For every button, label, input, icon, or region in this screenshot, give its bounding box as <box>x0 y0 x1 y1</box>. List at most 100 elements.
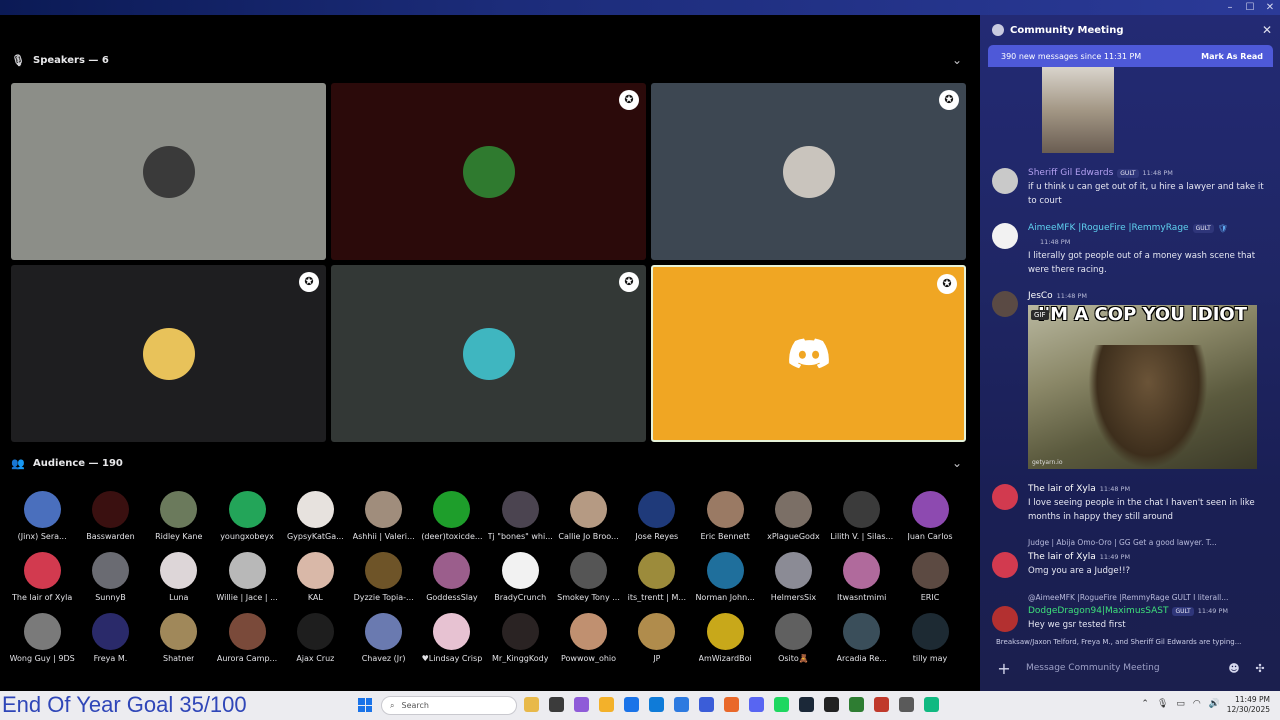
audience-member[interactable]: Mr_KinggKody <box>486 612 554 673</box>
audience-member[interactable]: Smokey Tony ... <box>554 551 622 612</box>
close-window-button[interactable]: ✕ <box>1260 0 1280 15</box>
audience-member[interactable]: AmWizardBoi <box>691 612 759 673</box>
audience-member[interactable]: (deer)toxicde... <box>418 490 486 551</box>
audience-member[interactable]: xPlagueGodx <box>759 490 827 551</box>
audience-member[interactable]: (Jinx) Sera... <box>8 490 76 551</box>
audience-member[interactable]: Willie | Jace | ... <box>213 551 281 612</box>
audience-member[interactable]: ERIC <box>896 551 964 612</box>
taskbar-app-icon[interactable] <box>549 697 564 712</box>
audience-member[interactable]: Shatner <box>145 612 213 673</box>
message-author[interactable]: The lair of Xyla <box>1028 484 1096 494</box>
apps-icon[interactable]: ✣ <box>1247 662 1273 675</box>
speaker-tile[interactable]: ✪ <box>11 265 326 442</box>
audience-member[interactable]: its_trentt | M... <box>623 551 691 612</box>
audience-member[interactable]: Callie Jo Broo... <box>554 490 622 551</box>
message-input[interactable]: Message Community Meeting <box>1026 663 1221 673</box>
audience-member[interactable]: Osito🧸 <box>759 612 827 673</box>
taskbar-app-icon[interactable] <box>649 697 664 712</box>
reply-preview[interactable]: Judge | Abija Omo-Oro | GG Get a good la… <box>1028 538 1217 547</box>
speaker-tile[interactable]: ✪ <box>651 265 966 442</box>
chevron-up-icon[interactable]: ⌃ <box>1141 699 1149 709</box>
speakers-header[interactable]: 🎙 Speakers — 6 <box>11 50 109 70</box>
audience-member[interactable]: BradyCrunch <box>486 551 554 612</box>
message-author[interactable]: JesCo <box>1028 291 1053 301</box>
audience-member[interactable]: Ridley Kane <box>145 490 213 551</box>
taskbar-app-icon[interactable] <box>824 697 839 712</box>
chevron-down-icon[interactable]: ⌄ <box>951 54 963 66</box>
message-author[interactable]: Sheriff Gil Edwards <box>1028 168 1113 178</box>
shared-image[interactable] <box>1042 67 1114 153</box>
close-icon[interactable]: ✕ <box>1262 23 1272 37</box>
audience-member[interactable]: Chavez (Jr) <box>349 612 417 673</box>
clock[interactable]: 11:49 PM 12/30/2025 <box>1227 695 1270 715</box>
taskbar-app-icon[interactable] <box>799 697 814 712</box>
message-author[interactable]: The lair of Xyla <box>1028 552 1096 562</box>
audience-member[interactable]: Luna <box>145 551 213 612</box>
audience-member[interactable]: The lair of Xyla <box>8 551 76 612</box>
speaker-tile[interactable]: ✪ <box>651 83 966 260</box>
microphone-tray-icon[interactable]: 🎙 <box>1157 699 1168 709</box>
wifi-icon[interactable]: ◠ <box>1193 699 1201 709</box>
audience-member[interactable]: SunnyB <box>76 551 144 612</box>
taskbar-app-icon[interactable] <box>849 697 864 712</box>
audience-member[interactable]: youngxobeyx <box>213 490 281 551</box>
taskbar-search[interactable]: ⌕ Search <box>381 696 517 715</box>
audience-member[interactable]: Dyzzie Topia-... <box>349 551 417 612</box>
avatar[interactable] <box>992 291 1018 317</box>
audience-member[interactable]: GoddessSlay <box>418 551 486 612</box>
audience-member[interactable]: KAL <box>281 551 349 612</box>
avatar[interactable] <box>992 552 1018 578</box>
audience-member[interactable]: tilly may <box>896 612 964 673</box>
audience-member[interactable]: GypsyKatGa... <box>281 490 349 551</box>
maximize-button[interactable]: ☐ <box>1240 0 1260 15</box>
audience-member[interactable]: JP <box>623 612 691 673</box>
audience-member[interactable]: Basswarden <box>76 490 144 551</box>
audience-member[interactable]: Lilith V. | Silas... <box>828 490 896 551</box>
audience-member[interactable]: Freya M. <box>76 612 144 673</box>
taskbar-app-icon[interactable] <box>524 697 539 712</box>
taskbar-app-icon[interactable] <box>924 697 939 712</box>
reply-preview[interactable]: @AimeeMFK |RogueFire |RemmyRage GULT I l… <box>1028 593 1228 602</box>
new-messages-bar[interactable]: 390 new messages since 11:31 PM Mark As … <box>988 45 1273 67</box>
audience-member[interactable]: Jose Reyes <box>623 490 691 551</box>
audience-member[interactable]: Wong Guy | 9DS <box>8 612 76 673</box>
audience-member[interactable]: Itwasntmimi <box>828 551 896 612</box>
emoji-icon[interactable]: ☻ <box>1221 662 1247 675</box>
taskbar-app-icon[interactable] <box>874 697 889 712</box>
taskbar-app-icon[interactable] <box>599 697 614 712</box>
minimize-button[interactable]: – <box>1220 0 1240 15</box>
audience-member[interactable]: Arcadia Re... <box>828 612 896 673</box>
chevron-down-icon[interactable]: ⌄ <box>951 457 963 469</box>
taskbar-app-icon[interactable] <box>574 697 589 712</box>
audience-member[interactable]: Norman John... <box>691 551 759 612</box>
speaker-tile[interactable] <box>11 83 326 260</box>
add-attachment-icon[interactable]: + <box>988 659 1020 678</box>
audience-member[interactable]: Powwow_ohio <box>554 612 622 673</box>
audience-member[interactable]: HelmersSix <box>759 551 827 612</box>
audience-header[interactable]: 👥 Audience — 190 <box>11 453 123 473</box>
network-icon[interactable]: ▭ <box>1176 699 1185 709</box>
audience-member[interactable]: Tj "bones" whi... <box>486 490 554 551</box>
audience-member[interactable]: Ashhii | Valeri... <box>349 490 417 551</box>
avatar[interactable] <box>992 223 1018 249</box>
speaker-tile[interactable]: ✪ <box>331 265 646 442</box>
taskbar-app-icon[interactable] <box>899 697 914 712</box>
volume-icon[interactable]: 🔊 <box>1209 699 1220 709</box>
avatar[interactable] <box>992 168 1018 194</box>
taskbar-app-icon[interactable] <box>674 697 689 712</box>
windows-start-icon[interactable] <box>358 698 372 712</box>
speaker-tile[interactable]: ✪ <box>331 83 646 260</box>
audience-member[interactable]: ♥Lindsay Crisp <box>418 612 486 673</box>
taskbar-app-icon[interactable] <box>624 697 639 712</box>
audience-member[interactable]: Ajax Cruz <box>281 612 349 673</box>
taskbar-app-icon[interactable] <box>724 697 739 712</box>
avatar[interactable] <box>992 484 1018 510</box>
audience-member[interactable]: Eric Bennett <box>691 490 759 551</box>
message-author[interactable]: AimeeMFK |RogueFire |RemmyRage <box>1028 223 1189 233</box>
gif-attachment[interactable]: I'M A COP YOU IDIOT GIF getyarn.io <box>1028 305 1257 469</box>
mark-as-read-button[interactable]: Mark As Read <box>1201 52 1263 61</box>
audience-member[interactable]: Juan Carlos <box>896 490 964 551</box>
avatar[interactable] <box>992 606 1018 632</box>
taskbar-app-icon[interactable] <box>774 697 789 712</box>
message-composer[interactable]: + Message Community Meeting ☻ ✣ <box>988 652 1273 684</box>
